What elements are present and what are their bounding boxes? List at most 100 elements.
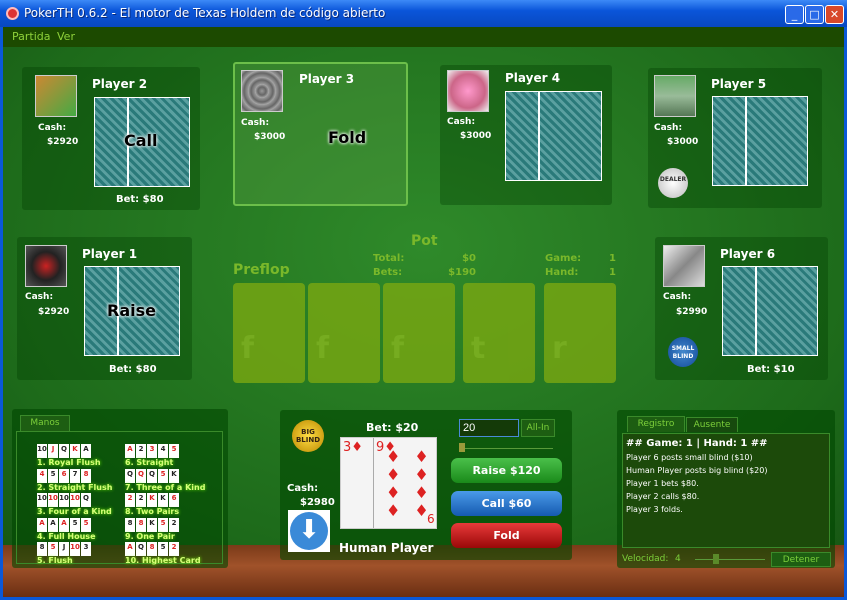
- log-line: Human Player posts big blind ($20): [626, 466, 768, 475]
- human-hole-cards: 3♦ 9♦ ♦♦ ♦♦ ♦♦ ♦♦ 6: [340, 437, 437, 529]
- hand-example-cards: 10 J Q K A: [37, 436, 101, 458]
- human-player-name: Human Player: [339, 541, 434, 555]
- hand-example-cards: 8 5 J 10 3: [37, 534, 92, 556]
- mini-card: 10: [37, 493, 47, 507]
- bets-value: $190: [448, 267, 476, 278]
- title-bar: PokerTH 0.6.2 - El motor de Texas Holdem…: [0, 0, 847, 27]
- avatar: [241, 70, 283, 112]
- stop-button[interactable]: Detener: [771, 552, 831, 567]
- player-name: Player 5: [711, 77, 767, 91]
- cash-value: $2920: [47, 137, 79, 147]
- player-action: Fold: [328, 128, 367, 147]
- hand-example-cards: QQQ5K: [125, 461, 205, 483]
- bet-slider-handle[interactable]: [459, 443, 465, 452]
- log-header: ## Game: 1 | Hand: 1 ##: [626, 438, 768, 449]
- cash-value: $3000: [667, 137, 699, 147]
- mini-card: J: [59, 542, 69, 556]
- game-label: Game:: [545, 253, 582, 264]
- mini-card: 4: [37, 468, 47, 483]
- tab-ausente[interactable]: Ausente: [686, 417, 738, 432]
- player-action: Raise: [107, 301, 156, 320]
- player-name: Player 3: [299, 72, 355, 86]
- board-card-flop-3: f: [383, 283, 455, 383]
- bet-slider[interactable]: [460, 448, 553, 449]
- avatar: [654, 75, 696, 117]
- mini-card: J: [48, 444, 58, 458]
- hand-name: 10. Highest Card: [125, 556, 201, 565]
- hole-cards: [712, 96, 808, 186]
- mini-card: 4: [158, 444, 168, 458]
- hand-rank-item: 8 5 J 10 3 5. Flush: [37, 534, 92, 565]
- hole-cards: [505, 91, 602, 181]
- maximize-button[interactable]: □: [805, 5, 824, 24]
- player-action: Call: [124, 131, 158, 150]
- mini-card: 10: [70, 542, 80, 556]
- game-value: 1: [609, 253, 616, 264]
- hands-list: 10 J Q K A 1. Royal Flush 4 5 6 7 8 2. Straight Flu…: [16, 431, 223, 565]
- seat-player-1: Player 1 Cash: $2920 Raise Bet: $80: [17, 237, 192, 380]
- all-in-button[interactable]: All-In: [521, 419, 555, 437]
- mini-card: 10: [48, 493, 58, 507]
- raise-button[interactable]: Raise $120: [451, 458, 562, 483]
- cash-label: Cash:: [287, 483, 319, 494]
- cash-value: $3000: [460, 131, 492, 141]
- mini-card: 5: [158, 468, 168, 483]
- hand-example-cards: AQ852: [125, 534, 201, 556]
- mini-card: 5: [48, 468, 58, 483]
- round-label: Preflop: [233, 262, 290, 278]
- mini-card: 8: [37, 542, 47, 556]
- avatar: [35, 75, 77, 117]
- cash-label: Cash:: [25, 292, 54, 302]
- card-3-diamonds: 3♦: [343, 440, 363, 455]
- mini-card: 5: [158, 517, 168, 532]
- player-bet: Bet: $20: [366, 421, 419, 434]
- log-line: Player 6 posts small blind ($10): [626, 453, 753, 462]
- speed-slider[interactable]: [695, 559, 765, 560]
- tab-registro[interactable]: Registro: [627, 416, 685, 432]
- mini-card: 10: [59, 493, 69, 507]
- fold-button[interactable]: Fold: [451, 523, 562, 548]
- menu-ver[interactable]: Ver: [57, 27, 75, 47]
- hand-label: Hand:: [545, 267, 579, 278]
- mini-card: 5: [158, 542, 168, 556]
- seat-player-4: Player 4 Cash: $3000: [440, 65, 612, 205]
- seat-player-2: Player 2 Cash: $2920 Call Bet: $80: [22, 67, 200, 210]
- seat-player-3: Player 3 Cash: $3000 Fold: [233, 62, 408, 206]
- board-card-flop-1: f: [233, 283, 305, 383]
- mini-card: 8: [136, 517, 146, 532]
- cash-value: $3000: [254, 132, 286, 142]
- hand-example-cards: A2345: [125, 436, 180, 458]
- mini-card: 3: [81, 542, 91, 556]
- player-bet: Bet: $10: [747, 364, 795, 375]
- mini-card: 6: [59, 468, 69, 483]
- speed-slider-handle[interactable]: [713, 554, 719, 564]
- mini-card: A: [59, 517, 69, 532]
- arrow-down-icon: ⬇: [290, 512, 328, 550]
- mini-card: K: [147, 517, 157, 532]
- total-label: Total:: [373, 253, 405, 264]
- seat-player-6: Player 6 Cash: $2990 SMALL BLIND Bet: $1…: [655, 237, 828, 380]
- mini-card: 8: [147, 542, 157, 556]
- speed-value: 4: [675, 554, 681, 564]
- close-button[interactable]: ✕: [825, 5, 844, 24]
- auto-action-button[interactable]: ⬇: [288, 510, 330, 552]
- board-card-turn: t: [463, 283, 535, 383]
- mini-card: A: [37, 517, 47, 532]
- hand-example-cards: AAA55: [37, 510, 96, 532]
- mini-card: A: [81, 444, 91, 458]
- menu-partida[interactable]: Partida: [12, 27, 51, 47]
- player-bet: Bet: $80: [109, 364, 157, 375]
- mini-card: Q: [136, 468, 146, 483]
- window-title: PokerTH 0.6.2 - El motor de Texas Holdem…: [24, 6, 386, 20]
- dealer-button: DEALER: [658, 168, 688, 198]
- call-button[interactable]: Call $60: [451, 491, 562, 516]
- mini-card: Q: [125, 468, 135, 483]
- minimize-button[interactable]: _: [785, 5, 804, 24]
- mini-card: 7: [70, 468, 80, 483]
- total-value: $0: [462, 253, 476, 264]
- mini-card: Q: [81, 493, 91, 507]
- tab-manos[interactable]: Manos: [20, 415, 70, 431]
- bet-amount-input[interactable]: [459, 419, 519, 437]
- cash-label: Cash:: [663, 292, 692, 302]
- hand-example-cards: 88K52: [125, 510, 180, 532]
